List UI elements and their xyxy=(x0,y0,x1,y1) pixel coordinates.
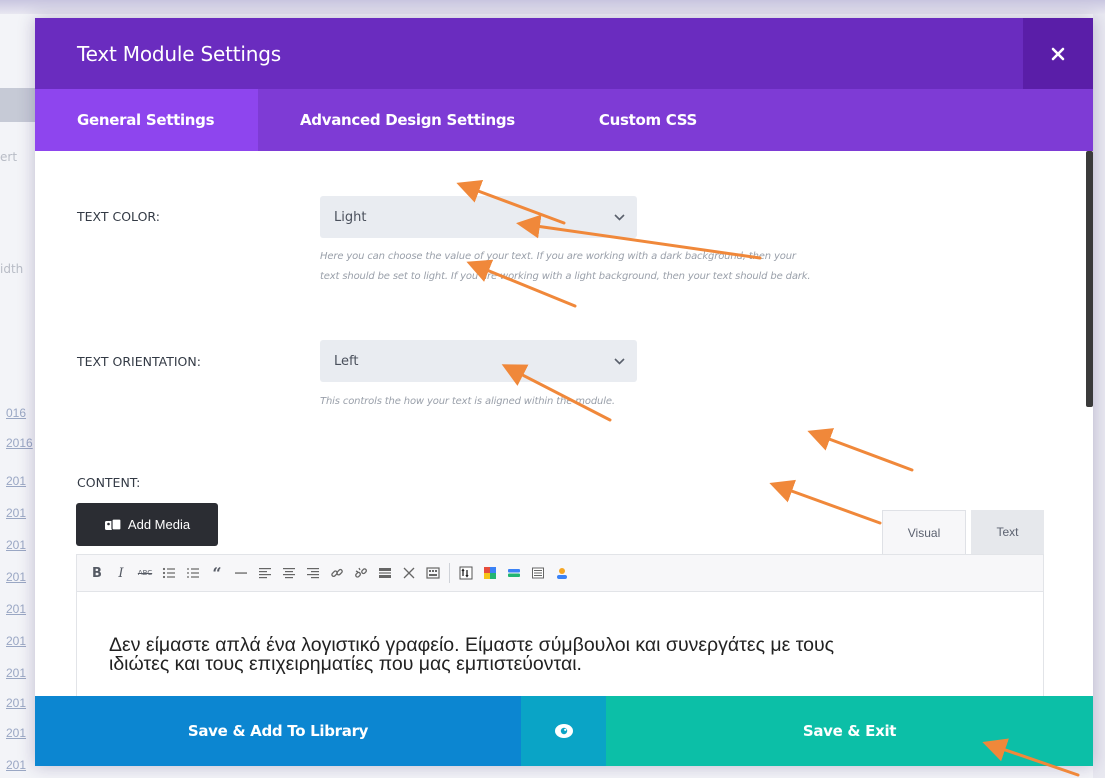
italic-icon[interactable]: I xyxy=(111,563,131,583)
save-and-exit-button[interactable]: Save & Exit xyxy=(606,696,1093,766)
align-right-icon[interactable] xyxy=(303,563,323,583)
strikethrough-icon[interactable]: ABC xyxy=(135,563,155,583)
settings-modal: Text Module Settings General Settings Ad… xyxy=(35,18,1093,766)
user-icon[interactable] xyxy=(552,563,572,583)
chevron-down-icon xyxy=(614,357,625,365)
numbered-list-icon[interactable] xyxy=(183,563,203,583)
color-grid-icon[interactable] xyxy=(480,563,500,583)
toolbar-divider xyxy=(449,563,450,583)
toolbar-toggle-icon[interactable] xyxy=(423,563,443,583)
list-icon[interactable] xyxy=(528,563,548,583)
background-topbar xyxy=(0,0,1105,14)
add-media-label: Add Media xyxy=(127,517,191,532)
text-color-value: Light xyxy=(334,209,367,225)
background-link: 201 xyxy=(6,634,27,648)
modal-footer: Save & Add To Library Save & Exit xyxy=(35,696,1093,766)
media-icon xyxy=(104,517,122,531)
text-color-label: TEXT COLOR: xyxy=(77,209,160,224)
close-icon xyxy=(1051,47,1065,60)
shortcode-icon[interactable] xyxy=(456,563,476,583)
settings-tabs: General Settings Advanced Design Setting… xyxy=(35,89,1093,151)
read-more-icon[interactable] xyxy=(375,563,395,583)
editor-body[interactable]: Δεν είμαστε απλά ένα λογιστικό γραφείο. … xyxy=(76,592,1044,702)
editor-line: ιδιώτες και τους επιχειρηματίες που μας … xyxy=(109,653,582,675)
align-center-icon[interactable] xyxy=(279,563,299,583)
preview-button[interactable] xyxy=(521,696,606,766)
text-orientation-value: Left xyxy=(334,353,359,369)
background-link: 201 xyxy=(6,474,27,488)
tab-visual[interactable]: Visual xyxy=(882,510,966,554)
background-link: 201 xyxy=(6,726,27,740)
text-color-select[interactable]: Light xyxy=(320,196,637,238)
tab-general-settings[interactable]: General Settings xyxy=(35,89,258,151)
blockquote-icon[interactable]: “ xyxy=(207,563,227,583)
text-color-description: Here you can choose the value of your te… xyxy=(320,247,811,287)
text-color-description-line: Here you can choose the value of your te… xyxy=(320,251,796,262)
text-orientation-label: TEXT ORIENTATION: xyxy=(77,354,201,369)
tab-text[interactable]: Text xyxy=(971,510,1044,554)
eye-icon xyxy=(554,724,573,738)
modal-scrollbar[interactable] xyxy=(1086,151,1093,407)
align-left-icon[interactable] xyxy=(255,563,275,583)
background-band xyxy=(0,88,36,122)
bold-icon[interactable]: B xyxy=(87,563,107,583)
modal-title: Text Module Settings xyxy=(77,42,281,66)
background-link: 016 xyxy=(6,406,27,420)
horizontal-line-icon[interactable] xyxy=(231,563,251,583)
modal-header: Text Module Settings xyxy=(35,18,1093,89)
background-link: 201 xyxy=(6,602,27,616)
save-add-to-library-button[interactable]: Save & Add To Library xyxy=(35,696,521,766)
tab-custom-css[interactable]: Custom CSS xyxy=(557,89,739,151)
background-link: 201 xyxy=(6,538,27,552)
add-media-button[interactable]: Add Media xyxy=(76,503,218,546)
fullscreen-icon[interactable] xyxy=(399,563,419,583)
tab-advanced-design-settings[interactable]: Advanced Design Settings xyxy=(258,89,557,151)
background-link: 201 xyxy=(6,570,27,584)
content-label: CONTENT: xyxy=(77,475,141,490)
chevron-down-icon xyxy=(614,213,625,221)
background-ghost-text: ert xyxy=(0,150,18,164)
editor-toolbar: B I ABC “ xyxy=(76,554,1044,592)
divider-icon[interactable] xyxy=(504,563,524,583)
bullet-list-icon[interactable] xyxy=(159,563,179,583)
background-link: 201 xyxy=(6,506,27,520)
background-right-edge xyxy=(1093,14,1105,778)
background-link: 201 xyxy=(6,758,27,772)
close-button[interactable] xyxy=(1023,18,1093,89)
link-icon[interactable] xyxy=(327,563,347,583)
background-ghost-text: idth xyxy=(0,262,24,276)
background-link: 2016 xyxy=(6,436,33,450)
editor-content-text[interactable]: Δεν είμαστε απλά ένα λογιστικό γραφείο. … xyxy=(109,635,1009,675)
unlink-icon[interactable] xyxy=(351,563,371,583)
text-orientation-description: This controls the how your text is align… xyxy=(320,396,615,407)
text-color-description-line: text should be set to light. If you are … xyxy=(320,271,811,282)
text-orientation-select[interactable]: Left xyxy=(320,340,637,382)
background-link: 201 xyxy=(6,666,27,680)
background-link: 201 xyxy=(6,696,27,710)
